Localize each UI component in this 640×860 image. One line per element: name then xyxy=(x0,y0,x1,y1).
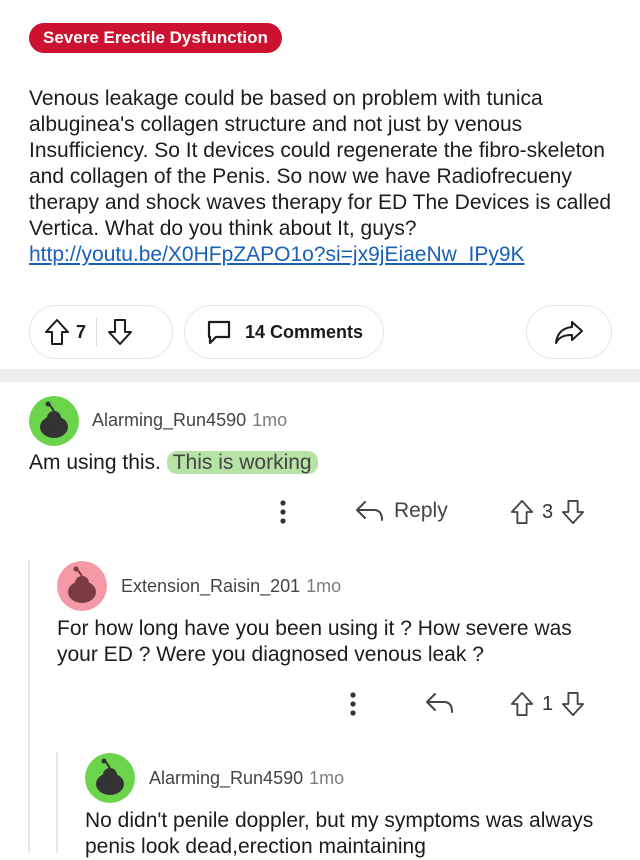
comment-meta: Alarming_Run4590 1mo xyxy=(92,410,287,431)
reply-button[interactable]: Reply xyxy=(354,498,448,524)
comments-button[interactable]: 14 Comments xyxy=(184,305,384,359)
comment-text: Am using this. This is working xyxy=(29,450,619,476)
comment-vote-controls: 3 xyxy=(510,498,585,526)
upvote-icon[interactable] xyxy=(510,498,534,526)
avatar[interactable] xyxy=(85,753,135,803)
share-button[interactable] xyxy=(526,305,612,359)
downvote-icon[interactable] xyxy=(561,498,585,526)
upvote-icon[interactable] xyxy=(44,318,70,346)
post-vote-count: 7 xyxy=(76,321,87,342)
downvote-icon[interactable] xyxy=(107,318,133,346)
share-arrow-icon xyxy=(554,319,584,345)
comment-username[interactable]: Extension_Raisin_201 xyxy=(121,576,300,597)
comment-vote-count: 1 xyxy=(542,692,554,715)
comment-username[interactable]: Alarming_Run4590 xyxy=(149,768,303,789)
section-divider xyxy=(0,369,640,382)
more-options-icon[interactable] xyxy=(273,498,293,531)
thread-line[interactable] xyxy=(28,560,30,853)
reply-label: Reply xyxy=(394,499,448,522)
comment-text: No didn't penile doppler, but my symptom… xyxy=(85,809,594,858)
comment-vote-controls: 1 xyxy=(510,690,585,718)
avatar[interactable] xyxy=(29,396,79,446)
post-vote-pill: 7 xyxy=(29,305,173,359)
comment-age: 1mo xyxy=(309,768,345,788)
more-options-icon[interactable] xyxy=(343,690,363,723)
comment-vote-count: 3 xyxy=(542,500,554,523)
post-body-text: Venous leakage could be based on problem… xyxy=(29,87,612,240)
avatar[interactable] xyxy=(57,561,107,611)
comment-username[interactable]: Alarming_Run4590 xyxy=(92,410,246,431)
vote-divider xyxy=(96,318,98,346)
post-link[interactable]: http://youtu.be/X0HFpZAPO1o?si=jx9jEiaeN… xyxy=(29,243,525,266)
reply-arrow-icon[interactable] xyxy=(424,690,454,721)
thread-line[interactable] xyxy=(56,752,58,853)
comment-age: 1mo xyxy=(252,410,288,430)
highlighted-text: This is working xyxy=(166,451,318,474)
post-flair[interactable]: Severe Erectile Dysfunction xyxy=(29,23,282,53)
comments-count-label: 14 Comments xyxy=(245,321,364,342)
speech-bubble-icon xyxy=(205,318,233,346)
comment-meta: Alarming_Run4590 1mo xyxy=(149,768,344,789)
post-body: Venous leakage could be based on problem… xyxy=(29,86,619,268)
upvote-icon[interactable] xyxy=(510,690,534,718)
downvote-icon[interactable] xyxy=(561,690,585,718)
comment-age: 1mo xyxy=(306,576,342,596)
reply-arrow-icon xyxy=(354,498,384,524)
comment-meta: Extension_Raisin_201 1mo xyxy=(121,576,341,597)
comment-text-main: Am using this. xyxy=(29,451,167,474)
comment-text: For how long have you been using it ? Ho… xyxy=(57,617,572,666)
